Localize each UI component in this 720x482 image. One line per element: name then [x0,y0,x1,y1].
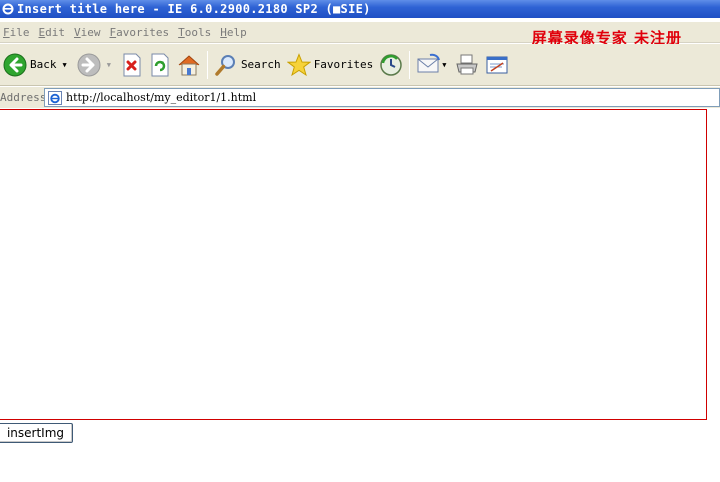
stop-icon [123,53,141,76]
stop-button[interactable] [118,48,146,82]
toolbar-separator [206,50,208,79]
back-label: Back [30,58,57,71]
mail-dropdown-icon[interactable]: ▼ [442,61,446,69]
favorites-label: Favorites [313,58,374,71]
favorites-star-icon [286,52,311,76]
search-button[interactable]: Search [211,48,284,82]
address-label: Address [0,91,47,104]
menu-file[interactable]: File [0,26,36,39]
mail-button[interactable]: ▼ [413,48,451,82]
history-button[interactable] [376,48,406,82]
forward-button[interactable]: ▼ [74,48,118,82]
window-titlebar: Insert title here - IE 6.0.2900.2180 SP2… [0,0,720,18]
toolbar-separator [409,50,411,79]
menu-favorites[interactable]: Favorites [107,26,176,39]
menu-view[interactable]: View [71,26,107,39]
refresh-icon [151,53,169,76]
edit-page-icon [486,56,508,73]
menu-tools[interactable]: Tools [175,26,217,39]
back-dropdown-icon[interactable]: ▼ [63,61,67,69]
forward-dropdown-icon[interactable]: ▼ [107,61,111,69]
ie-logo-icon [2,3,14,15]
back-button[interactable]: Back ▼ [0,48,74,82]
printer-icon [455,54,478,74]
edit-button[interactable] [482,48,512,82]
ie-page-icon [48,90,62,105]
editor-iframe[interactable] [0,109,707,420]
insert-img-button[interactable]: insertImg [0,423,73,443]
favorites-button[interactable]: Favorites [284,48,377,82]
window-title: Insert title here - IE 6.0.2900.2180 SP2… [17,2,371,16]
home-icon [178,54,200,75]
search-icon [215,54,235,76]
address-input[interactable]: http://localhost/my_editor1/1.html [44,88,720,107]
address-url: http://localhost/my_editor1/1.html [66,91,257,104]
menu-edit[interactable]: Edit [36,26,72,39]
back-arrow-icon [3,53,27,76]
refresh-button[interactable] [146,48,174,82]
standard-toolbar: Back ▼ ▼ Search Favorites ▼ [0,44,720,86]
search-label: Search [240,58,281,71]
menu-help[interactable]: Help [217,26,253,39]
forward-arrow-icon [77,53,101,76]
home-button[interactable] [174,48,204,82]
address-bar: Address http://localhost/my_editor1/1.ht… [0,87,720,108]
history-clock-icon [380,53,403,76]
mail-envelope-icon [417,53,441,72]
print-button[interactable] [452,48,482,82]
